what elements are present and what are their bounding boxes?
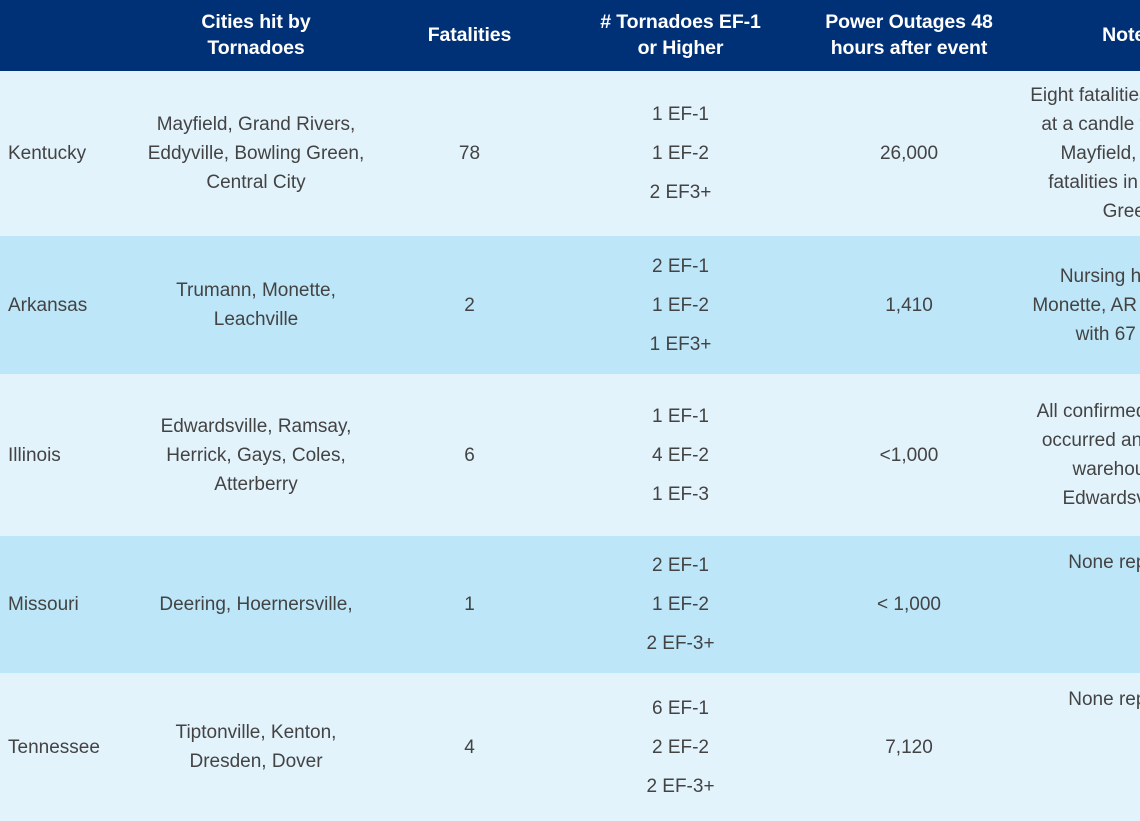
column-header-cities-line2: Tornadoes	[207, 37, 305, 59]
tornado-count-line: 2 EF3+	[649, 182, 712, 203]
cell-tornado-counts: 6 EF-1 2 EF-2 2 EF-3+	[565, 673, 796, 821]
tornado-count-line: 2 EF-1	[651, 555, 710, 576]
cell-fatalities: 4	[464, 736, 475, 758]
cell-state: Arkansas	[8, 294, 88, 316]
cell-fatalities: 1	[464, 594, 475, 615]
column-header-notes-line1: Notes	[1102, 24, 1140, 46]
table-header-row: Cities hit by Tornadoes Fatalities # Tor…	[0, 0, 1140, 71]
column-header-fatalities-line1: Fatalities	[427, 24, 512, 46]
tornado-count-line: 4 EF-2	[651, 444, 710, 466]
column-header-tornado-count: # Tornadoes EF-1 or Higher	[565, 0, 796, 71]
cell-notes: Nursing home in Monette, AR destroyed wi…	[1032, 265, 1140, 345]
column-header-tornado-count-line2: or Higher	[637, 37, 724, 59]
tornado-count-line: 1 EF-3	[651, 483, 710, 505]
cell-power-outages: 1,410	[885, 294, 933, 316]
cell-state: Illinois	[8, 444, 61, 466]
cell-cities: Trumann, Monette, Leachville	[176, 280, 336, 330]
cell-tornado-counts: 2 EF-1 1 EF-2 1 EF3+	[565, 236, 796, 374]
tornado-count-line: 6 EF-1	[651, 697, 710, 719]
cell-notes: None reported	[1068, 552, 1140, 573]
table-row: Illinois Edwardsville, Ramsay, Herrick, G…	[0, 374, 1140, 536]
column-header-power-outages-line1: Power Outages 48	[825, 11, 993, 33]
cell-fatalities: 78	[458, 143, 481, 164]
tornado-summary-table: Cities hit by Tornadoes Fatalities # Tor…	[0, 0, 1140, 821]
table-row: Arkansas Trumann, Monette, Leachville 2 2 E…	[0, 236, 1140, 374]
cell-notes: Eight fatalities occurred at a candle fa…	[1030, 85, 1140, 222]
tornado-count-line: 2 EF-3+	[646, 775, 715, 797]
column-header-cities-line1: Cities hit by	[201, 11, 311, 33]
cell-state: Tennessee	[8, 736, 100, 758]
cell-power-outages: 26,000	[879, 143, 939, 164]
tornado-count-line: 1 EF-1	[651, 104, 710, 125]
table-row: Kentucky Mayfield, Grand Rivers, Eddyvill…	[0, 71, 1140, 236]
cell-state: Kentucky	[8, 143, 87, 164]
column-header-state	[0, 0, 138, 71]
column-header-notes: Notes	[1022, 0, 1140, 71]
cell-state: Missouri	[8, 594, 79, 615]
cell-fatalities: 6	[464, 444, 475, 466]
column-header-power-outages: Power Outages 48 hours after event	[796, 0, 1022, 71]
cell-tornado-counts: 1 EF-1 4 EF-2 1 EF-3	[565, 374, 796, 536]
tornado-count-line: 1 EF-1	[651, 405, 710, 427]
tornado-count-line: 2 EF-3+	[646, 633, 715, 654]
tornado-count-line: 1 EF-2	[651, 594, 710, 615]
cell-power-outages: <1,000	[879, 444, 939, 466]
cell-cities: Deering, Hoernersville,	[159, 594, 353, 615]
table-row: Missouri Deering, Hoernersville, 1 2 EF-1 1 …	[0, 536, 1140, 673]
tornado-count-line: 2 EF-1	[651, 255, 710, 277]
cell-cities: Edwardsville, Ramsay, Herrick, Gays, Col…	[160, 415, 352, 495]
cell-tornado-counts: 1 EF-1 1 EF-2 2 EF3+	[565, 71, 796, 236]
table-header: Cities hit by Tornadoes Fatalities # Tor…	[0, 0, 1140, 71]
column-header-power-outages-line2: hours after event	[830, 37, 988, 59]
cell-power-outages: 7,120	[885, 736, 933, 758]
cell-notes: None reported	[1068, 689, 1140, 710]
tornado-count-line: 1 EF3+	[649, 333, 712, 355]
tornado-count-line: 2 EF-2	[651, 736, 710, 758]
table-row: Tennessee Tiptonville, Kenton, Dresden, D…	[0, 673, 1140, 821]
cell-notes: All confirmed fatalities occurred an Ama…	[1036, 401, 1140, 509]
cell-tornado-counts: 2 EF-1 1 EF-2 2 EF-3+	[565, 536, 796, 673]
cell-fatalities: 2	[464, 294, 475, 316]
cell-cities: Mayfield, Grand Rivers, Eddyville, Bowli…	[147, 114, 365, 193]
column-header-tornado-count-line1: # Tornadoes EF-1	[600, 11, 761, 33]
cell-cities: Tiptonville, Kenton, Dresden, Dover	[175, 722, 337, 772]
cell-power-outages: < 1,000	[877, 594, 941, 615]
tornado-count-line: 1 EF-2	[651, 143, 710, 164]
tornado-count-line: 1 EF-2	[651, 294, 710, 316]
column-header-fatalities: Fatalities	[374, 0, 565, 71]
column-header-cities: Cities hit by Tornadoes	[138, 0, 374, 71]
table-body: Kentucky Mayfield, Grand Rivers, Eddyvill…	[0, 71, 1140, 821]
